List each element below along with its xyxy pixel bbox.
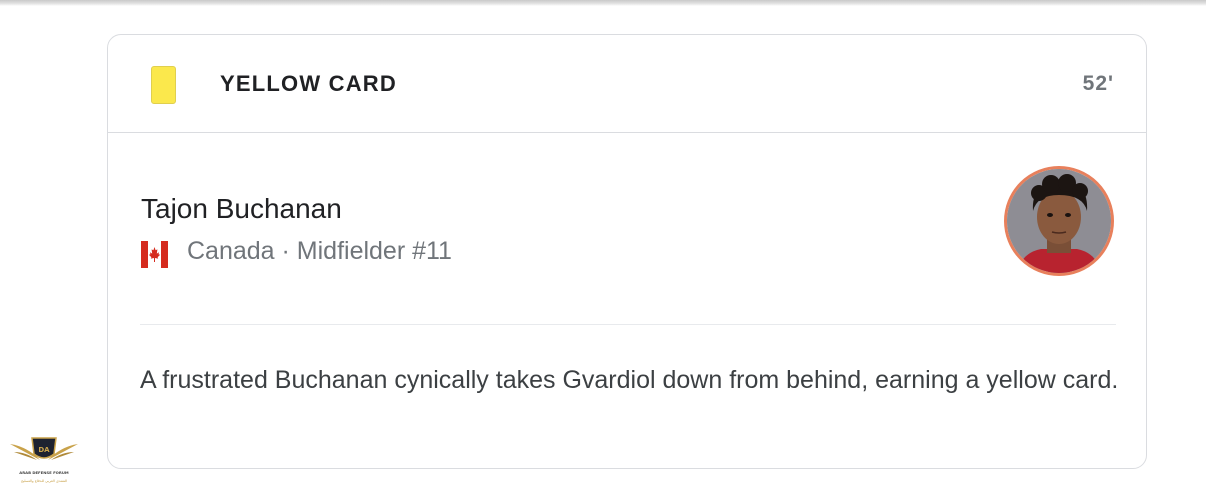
svg-text:DA: DA — [38, 446, 50, 454]
forum-logo-icon: DA ARAB DEFENSE FORUM المنتدى العربي للد… — [10, 437, 78, 483]
match-event-card: YELLOW CARD 52' Tajon Buchanan Canada · … — [107, 34, 1147, 469]
event-minute: 52' — [1082, 72, 1114, 95]
player-photo — [1007, 169, 1111, 273]
player-name[interactable]: Tajon Buchanan — [141, 193, 342, 225]
svg-text:المنتدى العربي للدفاع والتسليح: المنتدى العربي للدفاع والتسليح — [21, 479, 67, 483]
arab-defense-forum-watermark: DA ARAB DEFENSE FORUM المنتدى العربي للد… — [6, 430, 82, 486]
event-type-label: YELLOW CARD — [220, 71, 397, 96]
player-country-position: Canada · Midfielder #11 — [187, 236, 452, 265]
event-header: YELLOW CARD 52' — [108, 35, 1146, 133]
section-divider — [140, 324, 1116, 325]
top-shadow — [0, 0, 1206, 6]
canada-flag-icon — [141, 240, 168, 268]
player-avatar[interactable] — [1004, 166, 1114, 276]
player-meta: Canada · Midfielder #11 — [141, 235, 452, 268]
event-description: A frustrated Buchanan cynically takes Gv… — [140, 366, 1119, 394]
yellow-card-icon — [151, 66, 176, 104]
svg-text:ARAB DEFENSE FORUM: ARAB DEFENSE FORUM — [19, 470, 69, 475]
